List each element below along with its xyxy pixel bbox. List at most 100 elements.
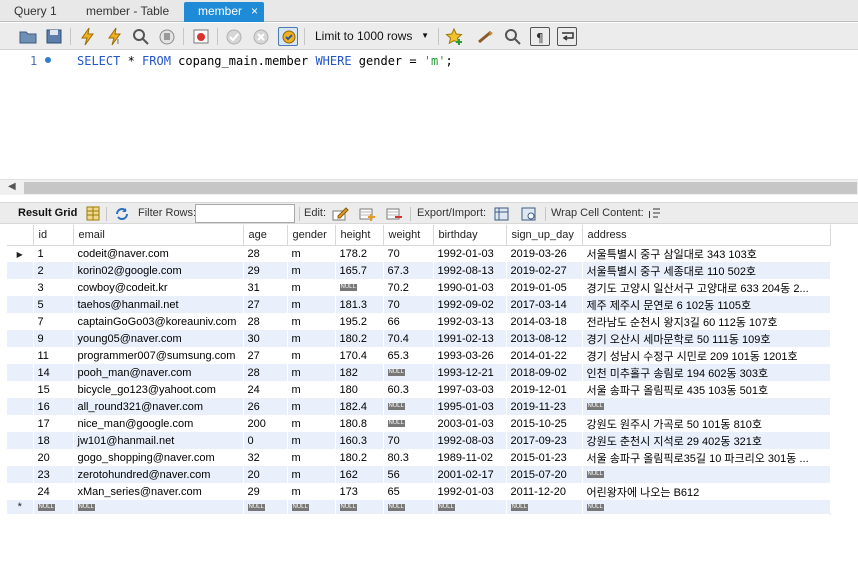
scroll-left-icon[interactable]: ◀	[8, 181, 16, 192]
table-cell[interactable]: 65.3	[383, 347, 434, 364]
table-cell[interactable]: 3	[33, 279, 74, 296]
table-cell[interactable]: 65	[383, 483, 434, 500]
table-cell[interactable]: 80.3	[383, 449, 434, 466]
close-icon[interactable]: ×	[251, 2, 258, 20]
table-cell[interactable]: 16	[33, 398, 74, 415]
table-cell[interactable]: 2003-01-03	[433, 415, 507, 432]
table-cell[interactable]: NULL	[383, 364, 434, 381]
table-cell[interactable]: cowboy@codeit.kr	[73, 279, 244, 296]
table-cell[interactable]: NULL	[383, 415, 434, 432]
table-row[interactable]: 3 cowboy@codeit.kr 31 m NULL 70.2 1990-01-03 20…	[7, 279, 831, 296]
table-cell[interactable]: korin02@google.com	[73, 262, 244, 279]
table-cell[interactable]: NULL	[335, 279, 384, 296]
table-cell[interactable]: 11	[33, 347, 74, 364]
table-cell[interactable]: 2011-12-20	[506, 483, 583, 500]
limit-rows-select[interactable]: Limit to 1000 rows ▼	[310, 26, 434, 46]
table-row[interactable]: 14 pooh_man@naver.com 28 m 182 NULL 1993-12-21…	[7, 364, 831, 381]
table-cell[interactable]: 어린왕자에 나오는 B612	[582, 483, 831, 500]
table-cell[interactable]: 70	[383, 245, 434, 262]
table-cell[interactable]: 1993-12-21	[433, 364, 507, 381]
table-cell[interactable]: 0	[243, 432, 288, 449]
table-cell[interactable]: m	[287, 381, 336, 398]
table-cell[interactable]: 56	[383, 466, 434, 483]
table-cell[interactable]: 2019-12-01	[506, 381, 583, 398]
table-cell[interactable]: nice_man@google.com	[73, 415, 244, 432]
table-cell[interactable]: 182.4	[335, 398, 384, 415]
table-cell[interactable]: 30	[243, 330, 288, 347]
delete-row-icon[interactable]	[385, 205, 403, 222]
table-cell[interactable]: 강원도 춘천시 지석로 29 402동 321호	[582, 432, 831, 449]
row-header[interactable]	[7, 313, 34, 330]
result-grid[interactable]: id email age gender height weight birthd…	[0, 225, 858, 584]
table-cell[interactable]: xMan_series@naver.com	[73, 483, 244, 500]
table-cell[interactable]: 전라남도 순천시 왕지3길 60 112동 107호	[582, 313, 831, 330]
table-row[interactable]: ▶ 1 codeit@naver.com 28 m 178.2 70 1992-01-03 20…	[7, 245, 831, 262]
table-cell[interactable]: m	[287, 279, 336, 296]
table-row[interactable]: 15 bicycle_go123@yahoot.com 24 m 180 60.3 1997…	[7, 381, 831, 398]
table-cell[interactable]: pooh_man@naver.com	[73, 364, 244, 381]
table-cell[interactable]: 2019-01-05	[506, 279, 583, 296]
execute-current-icon[interactable]: I	[105, 27, 125, 46]
table-cell[interactable]: 23	[33, 466, 74, 483]
table-cell[interactable]: 9	[33, 330, 74, 347]
table-cell[interactable]: 제주 제주시 문연로 6 102동 1105호	[582, 296, 831, 313]
table-cell[interactable]: NULL	[73, 500, 244, 514]
table-cell[interactable]: NULL	[383, 500, 434, 514]
table-row[interactable]: 5 taehos@hanmail.net 27 m 181.3 70 1992-09-02 2…	[7, 296, 831, 313]
table-cell[interactable]: 서울 송파구 올림픽로 435 103동 501호	[582, 381, 831, 398]
table-row[interactable]: 11 programmer007@sumsung.com 27 m 170.4 65.3 1…	[7, 347, 831, 364]
table-cell[interactable]: 200	[243, 415, 288, 432]
save-icon[interactable]	[44, 27, 64, 46]
add-row-icon[interactable]	[358, 205, 376, 222]
table-row[interactable]: 20 gogo_shopping@naver.com 32 m 180.2 80.3 198…	[7, 449, 831, 466]
wrap-cell-icon[interactable]: I	[645, 205, 663, 222]
row-header[interactable]	[7, 364, 34, 381]
row-header[interactable]	[7, 415, 34, 432]
table-cell[interactable]: 2015-01-23	[506, 449, 583, 466]
table-cell[interactable]: m	[287, 364, 336, 381]
table-cell[interactable]: 1993-03-26	[433, 347, 507, 364]
table-cell[interactable]: m	[287, 432, 336, 449]
table-row[interactable]: 16 all_round321@naver.com 26 m 182.4 NULL 1995…	[7, 398, 831, 415]
new-row[interactable]: * NULL NULL NULL NULL NULL NULL NULL NULL NULL	[7, 500, 831, 514]
table-cell[interactable]: 2001-02-17	[433, 466, 507, 483]
table-cell[interactable]: 15	[33, 381, 74, 398]
edit-row-icon[interactable]	[331, 205, 349, 222]
table-cell[interactable]: 2019-11-23	[506, 398, 583, 415]
table-cell[interactable]: bicycle_go123@yahoot.com	[73, 381, 244, 398]
table-cell[interactable]: 2017-03-14	[506, 296, 583, 313]
rollback-icon[interactable]	[251, 27, 271, 46]
table-cell[interactable]: 162	[335, 466, 384, 483]
table-cell[interactable]: 1992-08-03	[433, 432, 507, 449]
row-header[interactable]	[7, 347, 34, 364]
table-cell[interactable]: 160.3	[335, 432, 384, 449]
open-file-icon[interactable]	[18, 27, 38, 46]
table-cell[interactable]: 28	[243, 313, 288, 330]
table-cell[interactable]: 70.4	[383, 330, 434, 347]
row-header[interactable]	[7, 483, 34, 500]
column-header[interactable]: gender	[287, 225, 336, 246]
table-cell[interactable]: 5	[33, 296, 74, 313]
table-cell[interactable]: 24	[33, 483, 74, 500]
invisible-chars-icon[interactable]: ¶	[530, 27, 550, 46]
table-cell[interactable]: 180.8	[335, 415, 384, 432]
table-cell[interactable]: 2018-09-02	[506, 364, 583, 381]
table-cell[interactable]: 20	[243, 466, 288, 483]
table-row[interactable]: 7 captainGoGo03@koreauniv.com 28 m 195.2 66 19…	[7, 313, 831, 330]
import-icon[interactable]	[520, 205, 538, 222]
column-header[interactable]: sign_up_day	[506, 225, 583, 246]
table-cell[interactable]: m	[287, 313, 336, 330]
table-cell[interactable]: 인천 미추홀구 송림로 194 602동 303호	[582, 364, 831, 381]
table-cell[interactable]: m	[287, 347, 336, 364]
table-cell[interactable]: m	[287, 415, 336, 432]
table-cell[interactable]: 28	[243, 364, 288, 381]
commit-icon[interactable]	[224, 27, 244, 46]
table-cell[interactable]: 2014-03-18	[506, 313, 583, 330]
row-header[interactable]	[7, 432, 34, 449]
table-cell[interactable]: 28	[243, 245, 288, 262]
grid-view-icon[interactable]	[84, 205, 102, 222]
table-cell[interactable]: zerotohundred@naver.com	[73, 466, 244, 483]
filter-rows-input[interactable]	[195, 204, 295, 223]
table-cell[interactable]: taehos@hanmail.net	[73, 296, 244, 313]
table-cell[interactable]: 67.3	[383, 262, 434, 279]
